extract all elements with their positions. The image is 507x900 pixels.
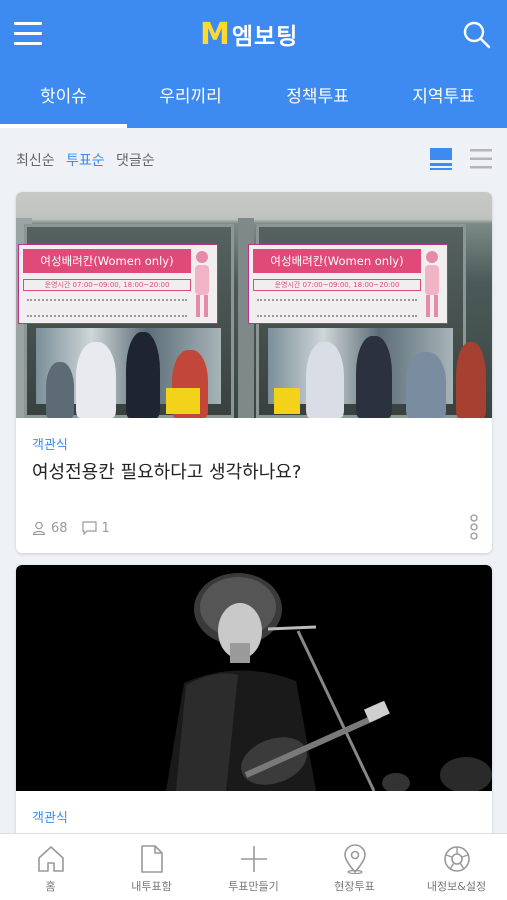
nav-create-vote[interactable]: 투표만들기 bbox=[203, 834, 304, 900]
app-name: 엠보팅 bbox=[231, 24, 299, 50]
nav-home[interactable]: 홈 bbox=[0, 834, 101, 900]
sort-votes[interactable]: 투표순 bbox=[66, 150, 105, 170]
menu-icon[interactable] bbox=[14, 22, 44, 46]
more-options-icon[interactable] bbox=[466, 514, 482, 540]
women-only-sign: 여성배려칸(Women only) 운영시간 07:00~09:00, 18:0… bbox=[18, 244, 218, 324]
vote-count: 68 bbox=[51, 520, 68, 536]
tab-region-vote[interactable]: 지역투표 bbox=[380, 66, 507, 128]
vote-card[interactable]: 객관식 bbox=[16, 565, 492, 845]
nav-label: 홈 bbox=[45, 880, 56, 893]
home-icon bbox=[38, 846, 64, 872]
location-pin-icon bbox=[344, 844, 366, 874]
user-icon bbox=[32, 521, 46, 535]
sort-comments[interactable]: 댓글순 bbox=[116, 150, 155, 170]
women-only-sign-2: 여성배려칸(Women only) 운영시간 07:00~09:00, 18:0… bbox=[248, 244, 448, 324]
tab-hot-issue[interactable]: 핫이슈 bbox=[0, 66, 127, 128]
comment-count: 1 bbox=[101, 520, 110, 536]
logo-letter: M bbox=[200, 16, 230, 52]
category-tabs: 핫이슈 우리끼리 정책투표 지역투표 bbox=[0, 66, 507, 128]
nav-label: 내정보&설정 bbox=[426, 880, 487, 893]
bottom-navigation: 홈 내투표함 투표만들기 현장투표 내정보&설정 bbox=[0, 833, 507, 900]
nav-my-info-settings[interactable]: 내정보&설정 bbox=[406, 834, 507, 900]
sort-latest[interactable]: 최신순 bbox=[16, 150, 55, 170]
comment-icon bbox=[81, 521, 97, 535]
nav-my-votes[interactable]: 내투표함 bbox=[101, 834, 202, 900]
card-image-subway: 여성배려칸(Women only) 운영시간 07:00~09:00, 18:0… bbox=[16, 192, 492, 418]
nav-label: 현장투표 bbox=[334, 880, 375, 893]
card-title[interactable]: 여성전용칸 필요하다고 생각하나요? bbox=[32, 458, 301, 484]
settings-icon bbox=[444, 846, 470, 872]
tab-policy-vote[interactable]: 정책투표 bbox=[254, 66, 381, 128]
app-header: M 엠보팅 bbox=[0, 0, 507, 66]
card-stats: 68 1 bbox=[32, 518, 110, 538]
tab-among-us[interactable]: 우리끼리 bbox=[127, 66, 254, 128]
card-view-icon[interactable] bbox=[430, 148, 452, 170]
app-logo: M 엠보팅 bbox=[200, 16, 299, 52]
document-icon bbox=[141, 845, 163, 873]
nav-label: 내투표함 bbox=[131, 880, 172, 893]
vote-card[interactable]: 여성배려칸(Women only) 운영시간 07:00~09:00, 18:0… bbox=[16, 192, 492, 553]
card-category: 객관식 bbox=[32, 811, 68, 826]
nav-field-vote[interactable]: 현장투표 bbox=[304, 834, 405, 900]
list-view-icon[interactable] bbox=[470, 148, 492, 170]
card-image-guitarist bbox=[16, 565, 492, 791]
search-icon[interactable] bbox=[462, 20, 492, 50]
nav-label: 투표만들기 bbox=[228, 880, 279, 893]
card-category: 객관식 bbox=[32, 438, 68, 453]
plus-icon bbox=[241, 846, 267, 872]
